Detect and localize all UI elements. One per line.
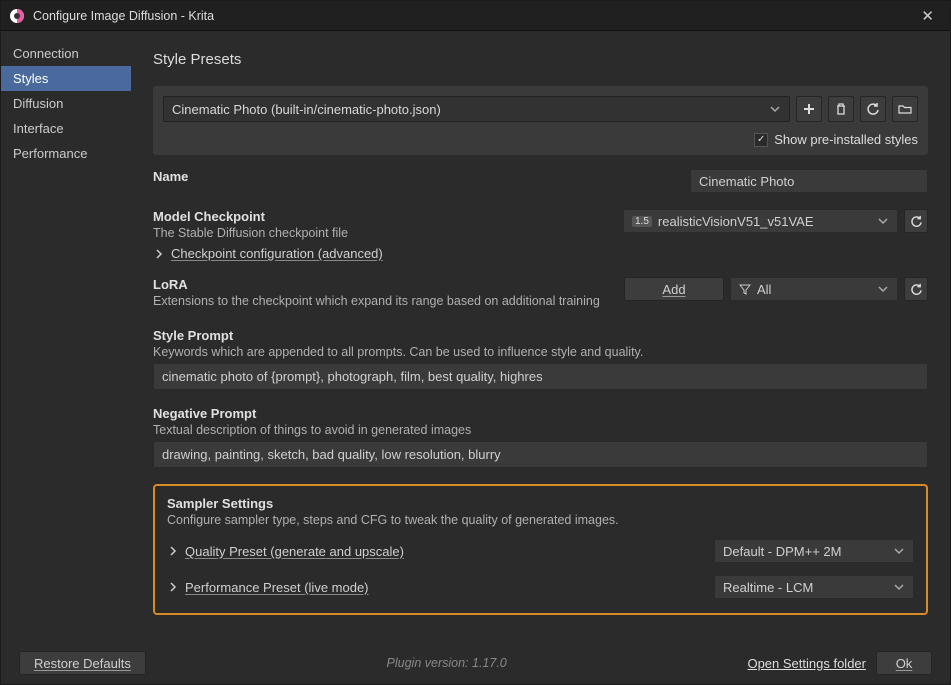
sidebar-item-performance[interactable]: Performance [1, 141, 131, 166]
title-bar: Configure Image Diffusion - Krita ✕ [1, 1, 950, 31]
refresh-preset-button[interactable] [860, 96, 886, 122]
checkpoint-select[interactable]: 1.5 realisticVisionV51_v51VAE [623, 209, 898, 233]
open-settings-folder-link[interactable]: Open Settings folder [747, 656, 866, 671]
checkpoint-value: realisticVisionV51_v51VAE [658, 214, 814, 229]
lora-filter-value: All [757, 282, 771, 297]
performance-preset-disclosure[interactable]: Performance Preset (live mode) [167, 580, 369, 595]
chevron-right-icon [153, 248, 165, 260]
app-icon [9, 8, 25, 24]
style-prompt-label: Style Prompt [153, 328, 928, 343]
name-input[interactable] [690, 169, 928, 193]
show-preinstalled-checkbox[interactable]: ✓ [754, 133, 768, 147]
performance-preset-label: Performance Preset (live mode) [185, 580, 369, 595]
checkpoint-version-badge: 1.5 [632, 216, 652, 227]
chevron-down-icon [893, 581, 905, 593]
open-folder-button[interactable] [892, 96, 918, 122]
lora-desc: Extensions to the checkpoint which expan… [153, 294, 614, 308]
quality-preset-label: Quality Preset (generate and upscale) [185, 544, 404, 559]
plus-icon [802, 102, 816, 116]
checkpoint-disclosure[interactable]: Checkpoint configuration (advanced) [153, 246, 613, 261]
preset-picker: Cinematic Photo (built-in/cinematic-phot… [153, 86, 928, 155]
refresh-icon [910, 283, 923, 296]
sidebar: Connection Styles Diffusion Interface Pe… [1, 31, 131, 642]
style-prompt-input[interactable]: cinematic photo of {prompt}, photograph,… [153, 363, 928, 390]
ok-button[interactable]: Ok [876, 651, 932, 675]
chevron-down-icon [893, 545, 905, 557]
quality-preset-disclosure[interactable]: Quality Preset (generate and upscale) [167, 544, 404, 559]
chevron-down-icon [877, 215, 889, 227]
checkpoint-label: Model Checkpoint [153, 209, 613, 224]
show-preinstalled-label: Show pre-installed styles [774, 132, 918, 147]
sidebar-item-diffusion[interactable]: Diffusion [1, 91, 131, 116]
footer: Restore Defaults Plugin version: 1.17.0 … [1, 642, 950, 684]
checkpoint-refresh-button[interactable] [904, 209, 928, 233]
lora-label: LoRA [153, 277, 614, 292]
refresh-icon [910, 215, 923, 228]
page-title: Style Presets [153, 51, 928, 68]
sampler-settings-section: Sampler Settings Configure sampler type,… [153, 484, 928, 615]
negative-prompt-label: Negative Prompt [153, 406, 928, 421]
sidebar-item-styles[interactable]: Styles [1, 66, 131, 91]
plugin-version: Plugin version: 1.17.0 [146, 656, 748, 670]
negative-prompt-desc: Textual description of things to avoid i… [153, 423, 928, 437]
filter-icon [739, 283, 751, 295]
chevron-right-icon [167, 545, 179, 557]
main-panel: Style Presets Cinematic Photo (built-in/… [131, 31, 950, 642]
restore-defaults-button[interactable]: Restore Defaults [19, 651, 146, 675]
negative-prompt-input[interactable]: drawing, painting, sketch, bad quality, … [153, 441, 928, 468]
checkpoint-disclosure-label: Checkpoint configuration (advanced) [171, 246, 383, 261]
quality-preset-select[interactable]: Default - DPM++ 2M [714, 539, 914, 563]
sampler-desc: Configure sampler type, steps and CFG to… [167, 513, 914, 527]
lora-add-button[interactable]: Add [624, 277, 724, 301]
checkpoint-desc: The Stable Diffusion checkpoint file [153, 226, 613, 240]
quality-preset-value: Default - DPM++ 2M [723, 544, 842, 559]
style-prompt-desc: Keywords which are appended to all promp… [153, 345, 928, 359]
trash-icon [834, 102, 848, 116]
folder-icon [898, 102, 912, 116]
chevron-down-icon [769, 103, 781, 115]
sampler-label: Sampler Settings [167, 496, 914, 511]
lora-filter[interactable]: All [730, 277, 898, 301]
refresh-icon [866, 102, 880, 116]
window-title: Configure Image Diffusion - Krita [33, 9, 913, 23]
performance-preset-value: Realtime - LCM [723, 580, 813, 595]
chevron-right-icon [167, 581, 179, 593]
preset-select[interactable]: Cinematic Photo (built-in/cinematic-phot… [163, 96, 790, 122]
add-preset-button[interactable] [796, 96, 822, 122]
sidebar-item-connection[interactable]: Connection [1, 41, 131, 66]
sidebar-item-interface[interactable]: Interface [1, 116, 131, 141]
chevron-down-icon [877, 283, 889, 295]
close-button[interactable]: ✕ [913, 5, 942, 27]
preset-select-value: Cinematic Photo (built-in/cinematic-phot… [172, 102, 441, 117]
lora-refresh-button[interactable] [904, 277, 928, 301]
name-label: Name [153, 169, 680, 184]
performance-preset-select[interactable]: Realtime - LCM [714, 575, 914, 599]
delete-preset-button[interactable] [828, 96, 854, 122]
